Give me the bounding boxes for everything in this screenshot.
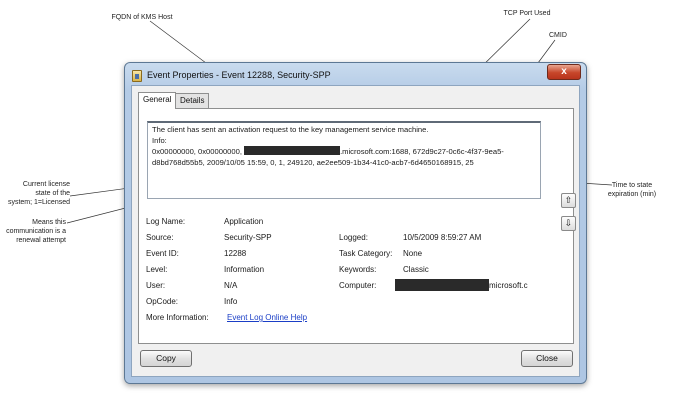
computer-label: Computer:: [339, 281, 377, 290]
callout-time-to-state-line: expiration (min): [607, 191, 657, 198]
task-category-label: Task Category:: [339, 249, 393, 258]
opcode-label: OpCode:: [146, 297, 179, 306]
scroll-up-button[interactable]: ⇧: [561, 193, 576, 208]
message-segment: .microsoft.com:1688, 672d9c27-0c6c-4f37-…: [340, 147, 504, 156]
message-line: The client has sent an activation reques…: [152, 125, 429, 134]
level-label: Level:: [146, 265, 168, 274]
opcode-value: Info: [224, 297, 238, 306]
source-value: Security-SPP: [224, 233, 272, 242]
event-description-textbox[interactable]: The client has sent an activation reques…: [147, 121, 541, 199]
window-title: Event Properties - Event 12288, Security…: [147, 70, 331, 80]
callout-renewal-line: renewal attempt: [16, 237, 66, 244]
dialog-client-area: General Details The client has sent an a…: [131, 85, 580, 377]
logged-value: 10/5/2009 8:59:27 AM: [403, 233, 482, 242]
redacted-computer-name: [395, 279, 489, 291]
callout-cmid: CMID: [549, 32, 567, 39]
redacted-kms-host: [244, 146, 341, 155]
window-close-button[interactable]: x: [547, 64, 581, 80]
general-tab-panel: The client has sent an activation reques…: [138, 108, 576, 344]
keywords-value: Classic: [403, 265, 429, 274]
close-icon: x: [561, 66, 567, 77]
arrow-up-icon: ⇧: [564, 195, 573, 205]
title-bar[interactable]: Event Properties - Event 12288, Security…: [125, 63, 586, 85]
keywords-label: Keywords:: [339, 265, 377, 274]
user-label: User:: [146, 281, 166, 290]
log-name-value: Application: [224, 217, 264, 226]
source-label: Source:: [146, 233, 174, 242]
callout-license-state-line: system; 1=Licensed: [7, 199, 70, 206]
computer-value: microsoft.c: [489, 281, 528, 290]
tab-details[interactable]: Details: [175, 93, 210, 108]
event-id-label: Event ID:: [146, 249, 179, 258]
message-line: Info:: [152, 135, 167, 145]
scroll-down-button[interactable]: ⇩: [561, 216, 576, 231]
event-viewer-app-icon: [132, 70, 142, 82]
logged-label: Logged:: [339, 233, 368, 242]
event-id-value: 12288: [224, 249, 247, 258]
message-line: d8bd768d55b5, 2009/10/05 15:59, 0, 1, 24…: [152, 157, 474, 167]
callout-tcp-port: TCP Port Used: [503, 10, 551, 17]
callout-time-to-state: Time to state expiration (min): [592, 181, 672, 199]
message-line: 0x00000000, 0x00000000, .microsoft.com:1…: [152, 146, 536, 158]
event-log-online-help-link[interactable]: Event Log Online Help: [227, 313, 307, 322]
tab-general[interactable]: General: [138, 92, 177, 109]
callout-license-state-line: state of the: [35, 190, 70, 197]
message-segment: 0x00000000, 0x00000000,: [152, 147, 245, 156]
callout-renewal: Means this communication is a renewal at…: [0, 218, 66, 245]
callout-license-state-line: Current license: [22, 181, 70, 188]
copy-button[interactable]: Copy: [140, 350, 192, 367]
event-properties-window: Event Properties - Event 12288, Security…: [124, 62, 587, 384]
log-name-label: Log Name:: [146, 217, 186, 226]
more-information-label: More Information:: [146, 313, 209, 322]
callout-time-to-state-line: Time to state: [611, 182, 653, 189]
callout-renewal-line: communication is a: [6, 228, 66, 235]
close-button[interactable]: Close: [521, 350, 573, 367]
level-value: Information: [224, 265, 265, 274]
task-category-value: None: [403, 249, 423, 258]
user-value: N/A: [224, 281, 238, 290]
callout-license-state: Current license state of the system; 1=L…: [0, 180, 70, 207]
arrow-down-icon: ⇩: [564, 218, 573, 228]
callout-fqdn: FQDN of KMS Host: [111, 14, 173, 21]
callout-renewal-line: Means this: [32, 219, 66, 226]
